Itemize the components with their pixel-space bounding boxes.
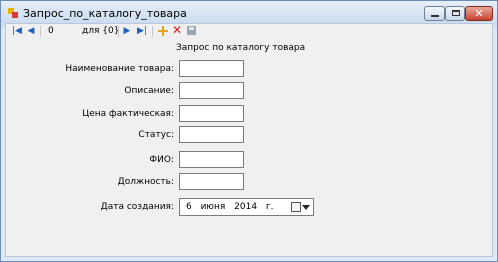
save-icon[interactable] bbox=[187, 26, 196, 35]
position-input[interactable] bbox=[46, 25, 80, 37]
toolbar-separator bbox=[118, 26, 119, 37]
description-label: Описание: bbox=[124, 86, 174, 96]
window-title: Запрос_по_каталогу_товара bbox=[23, 7, 187, 20]
app-window: Запрос_по_каталогу_товара ✕ |◀ ◀ для {0}… bbox=[0, 0, 498, 262]
record-count: для {0} bbox=[82, 26, 120, 36]
move-previous-icon[interactable]: ◀ bbox=[27, 25, 35, 38]
actual-price-label: Цена фактическая: bbox=[82, 109, 174, 119]
status-field[interactable] bbox=[179, 126, 244, 143]
calendar-icon[interactable] bbox=[291, 202, 301, 212]
add-new-icon[interactable] bbox=[158, 26, 168, 36]
move-next-icon[interactable]: ▶ bbox=[123, 25, 131, 38]
product-name-label: Наименование товара: bbox=[65, 64, 174, 74]
form-title: Запрос по каталогу товара bbox=[176, 43, 306, 53]
position-field[interactable] bbox=[179, 173, 244, 190]
binding-navigator: |◀ ◀ для {0} ▶ ▶| ✕ bbox=[6, 24, 492, 39]
move-first-icon[interactable]: |◀ bbox=[12, 25, 22, 38]
maximize-icon bbox=[452, 10, 460, 16]
move-last-icon[interactable]: ▶| bbox=[137, 25, 147, 38]
full-name-field[interactable] bbox=[179, 151, 244, 168]
creation-date-label: Дата создания: bbox=[100, 202, 174, 212]
close-icon: ✕ bbox=[474, 7, 484, 20]
position-label: Должность: bbox=[117, 177, 174, 187]
creation-date-picker[interactable]: 6 июня 2014 г. bbox=[179, 198, 314, 216]
date-value: 6 июня 2014 г. bbox=[186, 202, 274, 212]
app-icon bbox=[8, 8, 18, 18]
toolbar-separator bbox=[152, 26, 153, 37]
delete-icon[interactable]: ✕ bbox=[172, 24, 182, 37]
product-name-field[interactable] bbox=[179, 60, 244, 77]
full-name-label: ФИО: bbox=[149, 155, 174, 165]
chevron-down-icon[interactable] bbox=[302, 205, 310, 210]
form-area: |◀ ◀ для {0} ▶ ▶| ✕ Запрос по каталогу т… bbox=[5, 23, 493, 257]
actual-price-field[interactable] bbox=[179, 105, 244, 122]
maximize-button[interactable] bbox=[445, 6, 465, 21]
status-label: Статус: bbox=[138, 130, 174, 140]
minimize-button[interactable] bbox=[424, 6, 445, 21]
description-field[interactable] bbox=[179, 82, 244, 99]
minimize-icon bbox=[431, 15, 439, 17]
toolbar-separator bbox=[40, 26, 41, 37]
close-button[interactable]: ✕ bbox=[465, 6, 493, 21]
